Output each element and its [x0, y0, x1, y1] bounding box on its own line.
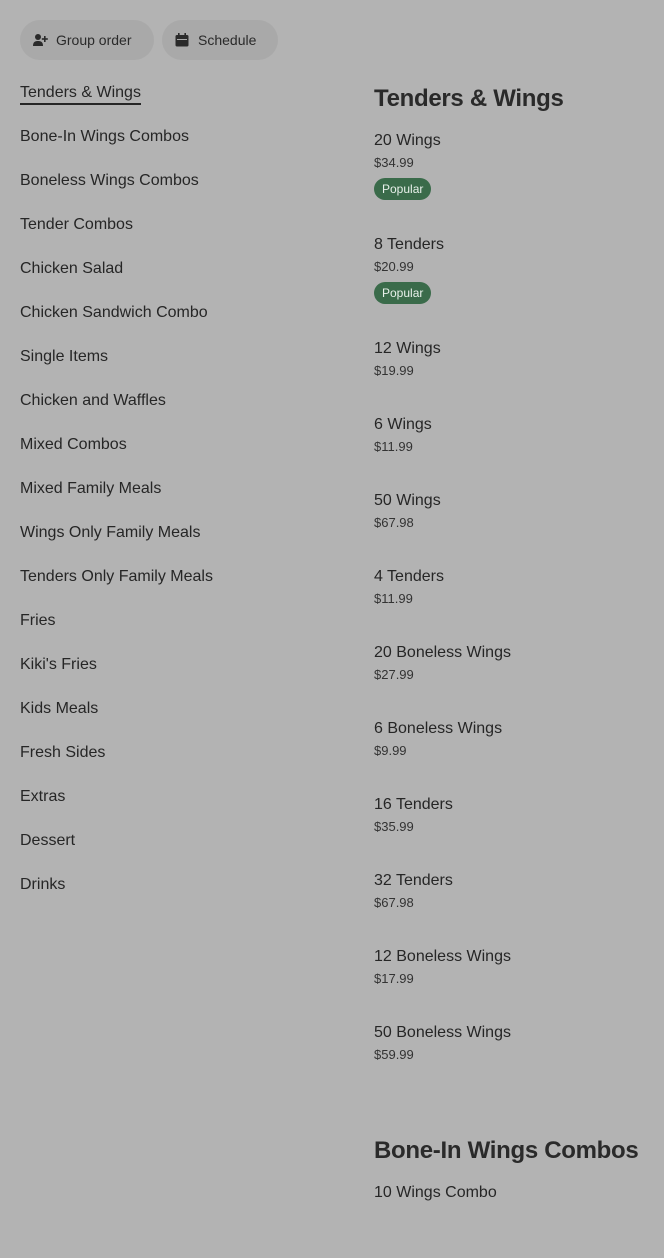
item-name: 8 Tenders — [374, 236, 444, 253]
item-name: 12 Wings — [374, 340, 441, 357]
menu-item[interactable]: 6 Wings $11.99 — [374, 414, 664, 490]
nav-item-mixed-combos[interactable]: Mixed Combos — [20, 434, 340, 478]
menu-item[interactable]: 4 Tenders $11.99 — [374, 566, 664, 642]
item-price: $59.99 — [374, 1047, 414, 1062]
top-actions: Group order Schedule — [20, 20, 278, 60]
item-price: $20.99 — [374, 259, 414, 274]
item-price: $35.99 — [374, 819, 414, 834]
item-price: $27.99 — [374, 667, 414, 682]
menu-item[interactable]: 50 Boneless Wings $59.99 — [374, 1022, 664, 1098]
item-price: $67.98 — [374, 515, 414, 530]
item-name: 12 Boneless Wings — [374, 948, 511, 965]
item-price: $19.99 — [374, 363, 414, 378]
item-name: 20 Boneless Wings — [374, 644, 511, 661]
item-price: $9.99 — [374, 743, 407, 758]
nav-item-chicken-sandwich-combo[interactable]: Chicken Sandwich Combo — [20, 302, 340, 346]
add-person-icon — [32, 32, 48, 48]
nav-item-drinks[interactable]: Drinks — [20, 874, 340, 918]
nav-item-mixed-family-meals[interactable]: Mixed Family Meals — [20, 478, 340, 522]
menu-item[interactable]: 50 Wings $67.98 — [374, 490, 664, 566]
item-name: 32 Tenders — [374, 872, 453, 889]
schedule-button[interactable]: Schedule — [162, 20, 278, 60]
nav-item-single-items[interactable]: Single Items — [20, 346, 340, 390]
item-price: $67.98 — [374, 895, 414, 910]
section-title: Tenders & Wings — [374, 85, 564, 112]
menu-item[interactable]: 6 Boneless Wings $9.99 — [374, 718, 664, 794]
item-name: 6 Wings — [374, 416, 432, 433]
nav-item-tender-combos[interactable]: Tender Combos — [20, 214, 340, 258]
item-name: 50 Boneless Wings — [374, 1024, 511, 1041]
menu-item[interactable]: 32 Tenders $67.98 — [374, 870, 664, 946]
item-name: 6 Boneless Wings — [374, 720, 503, 737]
item-name: 4 Tenders — [374, 568, 444, 585]
item-price: $11.99 — [374, 591, 413, 606]
nav-item-extras[interactable]: Extras — [20, 786, 340, 830]
category-nav: Tenders & Wings Bone-In Wings Combos Bon… — [20, 82, 340, 918]
item-name: 50 Wings — [374, 492, 441, 509]
nav-item-tenders-wings[interactable]: Tenders & Wings — [20, 82, 340, 126]
popular-badge: Popular — [374, 282, 432, 304]
menu-item[interactable]: 10 Wings Combo — [374, 1182, 664, 1258]
item-price: $11.99 — [374, 439, 413, 454]
group-order-label: Group order — [56, 32, 132, 48]
menu-list: Tenders & Wings 20 Wings $34.99 Popular … — [374, 82, 664, 1258]
nav-item-kids-meals[interactable]: Kids Meals — [20, 698, 340, 742]
menu-item[interactable]: 12 Boneless Wings $17.99 — [374, 946, 664, 1022]
section-title: Bone-In Wings Combos — [374, 1137, 639, 1164]
item-name: 16 Tenders — [374, 796, 453, 813]
nav-item-boneless-wings-combos[interactable]: Boneless Wings Combos — [20, 170, 340, 214]
nav-item-fries[interactable]: Fries — [20, 610, 340, 654]
popular-badge: Popular — [374, 178, 432, 200]
calendar-icon — [174, 32, 190, 48]
menu-item[interactable]: 16 Tenders $35.99 — [374, 794, 664, 870]
item-price: $34.99 — [374, 155, 414, 170]
nav-item-tenders-only-family-meals[interactable]: Tenders Only Family Meals — [20, 566, 340, 610]
nav-item-kikis-fries[interactable]: Kiki's Fries — [20, 654, 340, 698]
item-price: $17.99 — [374, 971, 414, 986]
menu-item[interactable]: 12 Wings $19.99 — [374, 338, 664, 414]
menu-item[interactable]: 8 Tenders $20.99 Popular — [374, 234, 664, 338]
nav-item-wings-only-family-meals[interactable]: Wings Only Family Meals — [20, 522, 340, 566]
nav-item-fresh-sides[interactable]: Fresh Sides — [20, 742, 340, 786]
menu-item[interactable]: 20 Wings $34.99 Popular — [374, 130, 664, 234]
nav-item-dessert[interactable]: Dessert — [20, 830, 340, 874]
nav-item-chicken-salad[interactable]: Chicken Salad — [20, 258, 340, 302]
menu-item[interactable]: 20 Boneless Wings $27.99 — [374, 642, 664, 718]
group-order-button[interactable]: Group order — [20, 20, 154, 60]
item-name: 10 Wings Combo — [374, 1184, 497, 1201]
nav-item-bone-in-wings-combos[interactable]: Bone-In Wings Combos — [20, 126, 340, 170]
nav-item-chicken-and-waffles[interactable]: Chicken and Waffles — [20, 390, 340, 434]
schedule-label: Schedule — [198, 32, 257, 48]
item-name: 20 Wings — [374, 132, 441, 149]
